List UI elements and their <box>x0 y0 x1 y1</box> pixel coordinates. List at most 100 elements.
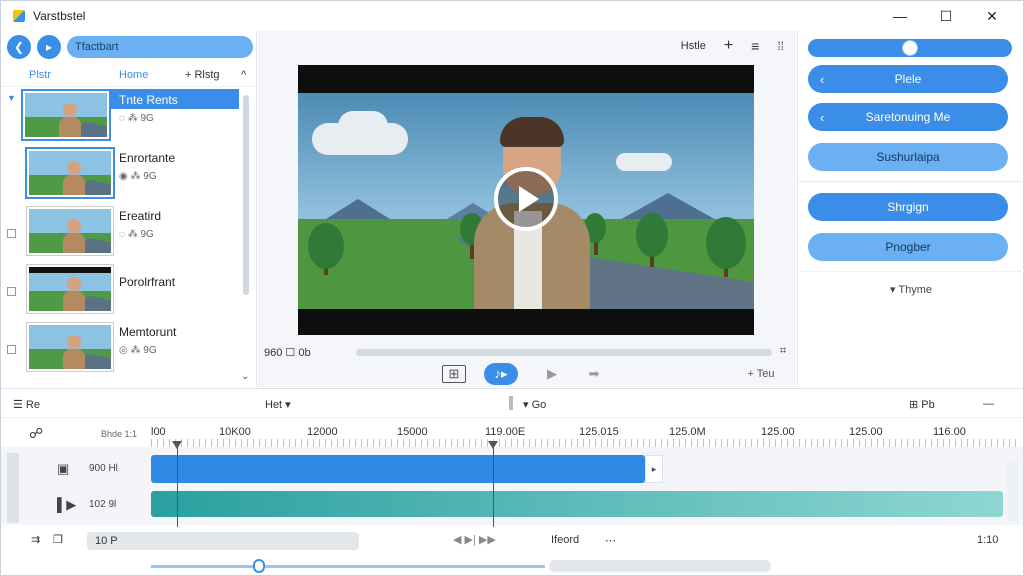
timeline-footer: ⇉ ❒ 10 P ◀ ▶| ▶▶ Ifeord ⋯ 1:10 <box>1 527 1023 555</box>
close-button[interactable]: ✕ <box>969 1 1015 31</box>
slider-thumb[interactable] <box>902 40 918 56</box>
timeline-filter-dropdown[interactable]: Het ▾ <box>265 398 291 411</box>
video-thumbnail[interactable] <box>27 207 113 255</box>
chevron-left-icon: ‹ <box>820 109 825 125</box>
timeline-collapse-button[interactable]: — <box>983 398 994 410</box>
transport-controls[interactable]: ◀ ▶| ▶▶ <box>453 533 496 546</box>
timeline-ruler[interactable]: ☍ Bhde 1:1 l00 10K00 12000 15000 119.00E… <box>1 419 1023 447</box>
video-clip[interactable] <box>151 455 645 483</box>
item-checkbox[interactable] <box>7 287 16 296</box>
fullscreen-icon[interactable]: ⌗ <box>780 345 786 358</box>
timeline-vertical-scrollbar[interactable] <box>7 453 19 523</box>
preview-panel: Hstle + ≡ ⁞⁞ 960 ☐ 0b ⌗ ⊞ ♪▸ ▶ ➡ + Teu <box>258 31 796 387</box>
minimize-button[interactable]: — <box>877 1 923 31</box>
video-thumbnail[interactable] <box>27 149 113 197</box>
list-item[interactable]: Ereatird ◌ ⁂ 9G <box>1 205 239 263</box>
property-button-2[interactable]: ‹ Saretonuing Me <box>808 103 1008 131</box>
video-preview[interactable] <box>298 65 754 335</box>
chevron-left-icon: ‹ <box>820 71 825 87</box>
media-list-scrollbar[interactable]: ⌄ <box>241 95 251 385</box>
video-thumbnail[interactable] <box>23 91 109 139</box>
snap-icon[interactable]: ☍ <box>29 425 43 442</box>
playhead[interactable] <box>488 441 498 531</box>
video-track-icon: ▣ <box>57 461 70 476</box>
list-item[interactable]: Enrortante ◉ ⁂ 9G <box>1 147 239 205</box>
media-list: ▼ Tnte Rents ◌ ⁂ 9G Enrortante ◉ ⁂ 9G Er… <box>1 89 239 385</box>
audio-track-header: ▌▶ 102 9l <box>7 489 147 523</box>
play-overlay-button[interactable] <box>494 167 558 231</box>
forward-button[interactable]: ▸ <box>37 35 61 59</box>
ruler-scale-label: Bhde 1:1 <box>101 429 138 439</box>
property-button-4[interactable]: Shrgign <box>808 193 1008 221</box>
audio-track-icon: ▌▶ <box>57 497 77 512</box>
list-item[interactable]: Porolrfrant <box>1 263 239 321</box>
preview-controls: ⊞ ♪▸ ▶ ➡ + Teu <box>258 361 796 387</box>
play-button[interactable]: ▶ <box>542 363 562 385</box>
play-icon: ▸ <box>45 40 53 54</box>
play-icon: ▸ <box>651 463 657 474</box>
timeline-toolbar: ☰ Re Het ▾ ▾ Go ⊞ Pb — <box>1 388 1023 418</box>
volume-slider[interactable] <box>808 39 1012 57</box>
timeline-tracks: ▣ 900 Hl ▌▶ 102 9l ▸ <box>1 447 1023 525</box>
preview-progress: 960 ☐ 0b ⌗ <box>264 345 790 359</box>
expand-toggle[interactable]: ▼ <box>7 93 16 103</box>
back-button[interactable]: ❮ <box>7 35 31 59</box>
item-meta: ◌ ⁂ 9G <box>119 113 154 124</box>
video-thumbnail[interactable] <box>27 323 113 371</box>
timeline-go-dropdown[interactable]: ▾ Go <box>523 398 546 411</box>
item-meta: ◌ ⁂ 9G <box>119 229 154 240</box>
timeline-menu-button[interactable]: ☰ Re <box>13 398 40 411</box>
in-marker[interactable] <box>172 441 182 531</box>
preview-label: Hstle <box>680 40 706 52</box>
item-meta: ◉ ⁂ 9G <box>119 171 157 182</box>
timeline-horizontal-scroll[interactable] <box>1 557 1023 575</box>
clip-handle[interactable]: ▸ <box>645 455 663 483</box>
add-icon[interactable]: + <box>724 37 733 55</box>
music-icon: ♪▸ <box>494 366 508 381</box>
ripple-icon[interactable]: ⇉ <box>31 533 40 546</box>
timeline-right-scrollbar[interactable] <box>1007 461 1019 521</box>
split-icon[interactable]: ❒ <box>53 533 63 546</box>
list-item[interactable]: ▼ Tnte Rents ◌ ⁂ 9G <box>1 89 239 147</box>
media-browser-panel: ❮ ▸ Tfactbart Plstr Home + Rlstg ^ ▼ Tnt… <box>1 31 257 387</box>
track-label: 900 Hl <box>89 463 118 474</box>
add-clip-button[interactable]: ⊞ <box>442 365 466 383</box>
horizontal-scrollbar[interactable] <box>549 560 771 572</box>
list-header: Plstr Home + Rlstg ^ <box>1 63 256 87</box>
list-item[interactable]: Memtorunt ◎ ⁂ 9G <box>1 321 239 379</box>
app-logo-icon <box>13 10 25 22</box>
preview-scrubber[interactable] <box>356 349 772 356</box>
audio-button[interactable]: ♪▸ <box>484 363 518 385</box>
add-item-button[interactable]: + Rlstg <box>185 69 220 81</box>
window-title: Varstbstel <box>33 9 86 23</box>
maximize-button[interactable]: ☐ <box>923 1 969 31</box>
forward-arrow-button[interactable]: ➡ <box>582 363 606 385</box>
column-header-home[interactable]: Home <box>119 69 148 81</box>
item-checkbox[interactable] <box>7 345 16 354</box>
audio-clip[interactable] <box>151 491 1003 517</box>
path-bar[interactable]: Tfactbart <box>67 36 253 58</box>
properties-panel: ‹ Plele ‹ Saretonuing Me Sushurlaipa Shrgi… <box>797 31 1024 387</box>
property-button-1[interactable]: ‹ Plele <box>808 65 1008 93</box>
record-button[interactable]: Ifeord <box>551 534 579 546</box>
theme-dropdown[interactable]: ▾ Thyme <box>798 283 1024 296</box>
list-view-icon[interactable]: ≡ <box>751 38 759 54</box>
more-button[interactable]: ⋯ <box>605 534 616 547</box>
property-button-3[interactable]: Sushurlaipa <box>808 143 1008 171</box>
zoom-field[interactable]: 10 P <box>87 532 359 550</box>
zoom-slider-thumb[interactable] <box>253 559 265 573</box>
item-checkbox[interactable] <box>7 229 16 238</box>
item-name: Ereatird <box>119 209 162 223</box>
preview-time: 960 ☐ 0b <box>264 346 311 359</box>
timeline-panel-button[interactable]: ⊞ Pb <box>909 398 935 411</box>
track-label: 102 9l <box>89 499 117 510</box>
app-window: Varstbstel — ☐ ✕ ❮ ▸ Tfactbart Plstr Hom… <box>0 0 1024 576</box>
sort-button[interactable]: ^ <box>241 69 246 81</box>
grid-view-icon[interactable]: ⁞⁞ <box>777 39 784 53</box>
property-button-5[interactable]: Pnogber <box>808 233 1008 261</box>
add-text-button[interactable]: + Teu <box>736 363 786 385</box>
column-header-place[interactable]: Plstr <box>29 69 51 81</box>
video-thumbnail[interactable] <box>27 265 113 313</box>
item-meta: ◎ ⁂ 9G <box>119 345 157 356</box>
chevron-down-icon[interactable]: ⌄ <box>241 371 249 382</box>
